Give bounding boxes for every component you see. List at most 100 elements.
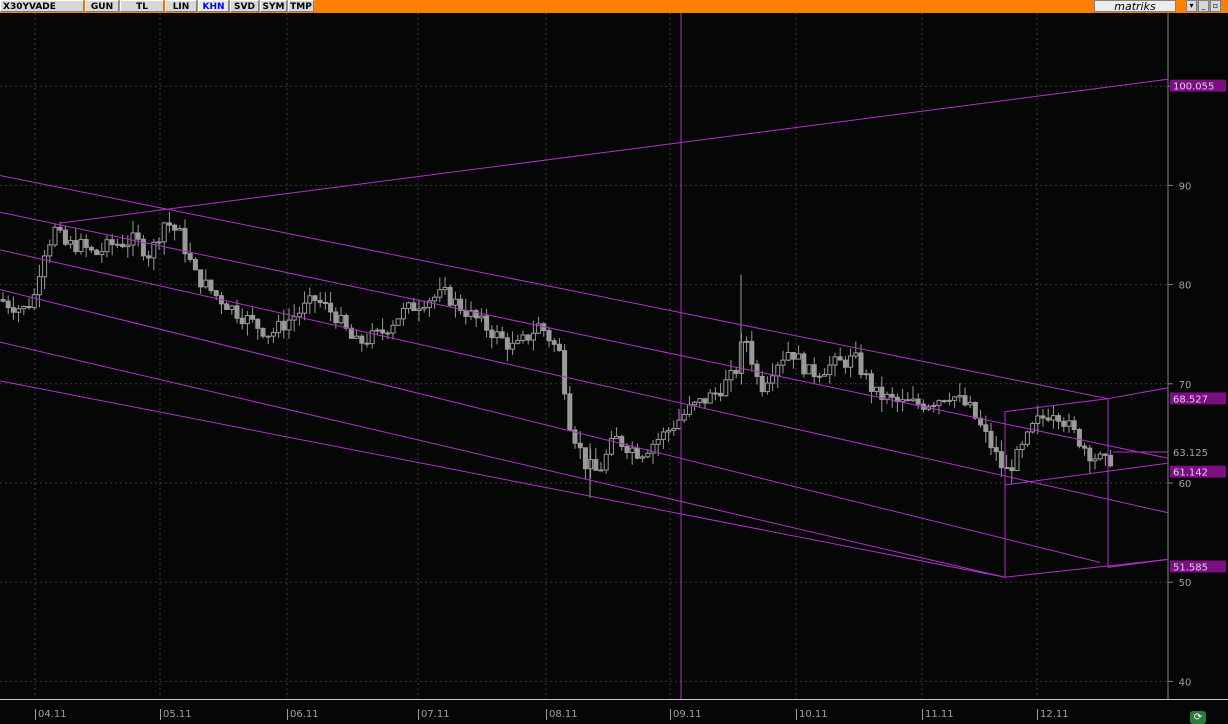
minimize-icon[interactable]: _ (1198, 0, 1209, 12)
candle-body (73, 240, 79, 253)
x-tick-label: 10.11 (796, 709, 828, 720)
candle-body (400, 308, 406, 320)
candle-body (546, 330, 552, 342)
candle-body (510, 342, 516, 350)
candle-body (1040, 415, 1046, 419)
candle-body (515, 340, 521, 344)
y-tick-label: 60 (1179, 479, 1192, 490)
candle-body (463, 309, 469, 317)
candle-body (946, 399, 952, 402)
candle-body (380, 329, 386, 334)
tl-button[interactable]: TL (120, 0, 164, 12)
candle-body (224, 303, 230, 310)
candle-body (1050, 415, 1056, 421)
candle-body (499, 331, 505, 339)
dropdown-icon[interactable]: ▾ (1186, 0, 1197, 12)
candle-body (915, 398, 921, 405)
candle-body (374, 329, 380, 332)
candle-body (1097, 453, 1103, 460)
candle-body (395, 318, 401, 326)
sym-button[interactable]: SYM (260, 0, 287, 12)
candle-body (988, 430, 994, 449)
candle-body (437, 289, 443, 298)
candle-body (1035, 415, 1041, 424)
candle-body (848, 355, 854, 368)
tmp-button[interactable]: TMP (288, 0, 314, 12)
candle-body (130, 232, 136, 246)
candle-body (1009, 467, 1015, 472)
candle-body (785, 352, 791, 361)
candle-body (780, 359, 786, 366)
x-tick-label: 07.11 (418, 709, 450, 720)
candle-body (660, 431, 666, 440)
gun-button[interactable]: GUN (85, 0, 119, 12)
candle-body (343, 315, 349, 329)
candle-body (234, 305, 240, 319)
restore-icon[interactable]: ▫ (1210, 0, 1221, 12)
candle-body (676, 419, 682, 430)
khn-button[interactable]: KHN (198, 0, 229, 12)
candle-body (416, 308, 422, 312)
candle-body (504, 337, 510, 350)
channel-line (0, 249, 1169, 514)
candle-body (244, 314, 250, 325)
candle-body (858, 352, 864, 376)
candle-body (889, 393, 895, 398)
x-tick-label: 11.11 (922, 709, 954, 720)
candle-body (520, 334, 526, 342)
candle-body (775, 364, 781, 377)
candle-body (796, 353, 802, 360)
candle-body (816, 375, 822, 378)
candle-body (931, 404, 937, 407)
candle-body (1056, 415, 1062, 422)
y-tick-label: 40 (1179, 677, 1192, 688)
refresh-icon[interactable]: ⟳ (1190, 711, 1206, 724)
candle-body (156, 241, 162, 244)
candle-body (1087, 447, 1093, 462)
svd-button[interactable]: SVD (230, 0, 259, 12)
candle-body (187, 253, 193, 260)
candle-body (801, 353, 807, 375)
candle-body (640, 456, 646, 459)
candle-body (494, 331, 500, 339)
candle-body (900, 399, 906, 403)
candle-body (161, 222, 167, 243)
candle-body (307, 295, 313, 304)
candle-body (166, 222, 172, 226)
candle-body (629, 447, 635, 454)
symbol-field[interactable]: X30YVADE (0, 0, 84, 12)
candle-body (10, 307, 16, 313)
lin-button[interactable]: LIN (165, 0, 197, 12)
candlestick-chart[interactable]: 405060708090100100.05568.52763.12561.142… (0, 13, 1228, 699)
candle-body (1030, 422, 1036, 433)
candle-body (172, 224, 178, 231)
candle-body (255, 318, 261, 329)
candle-body (328, 302, 334, 313)
candle-body (1014, 449, 1020, 472)
x-tick-label: 04.11 (35, 709, 67, 720)
toolbar: X30YVADE GUN TL LIN KHN SVD SYM TMP matr… (0, 0, 1228, 13)
x-tick-label: 08.11 (546, 709, 578, 720)
candle-body (837, 356, 843, 361)
candle-body (452, 298, 458, 306)
candle-body (972, 401, 978, 419)
candle-body (749, 340, 755, 365)
candle-body (754, 363, 760, 377)
candle-body (567, 393, 573, 431)
candle-body (489, 329, 495, 339)
candle-body (1019, 443, 1025, 451)
candle-body (276, 320, 282, 334)
candle-body (359, 335, 365, 344)
candle-body (593, 459, 599, 471)
candle-body (645, 452, 651, 458)
candle-body (832, 356, 838, 366)
candle-body (411, 302, 417, 312)
candle-body (333, 311, 339, 324)
candle-body (94, 249, 100, 256)
price-tag-label: 51.585 (1173, 562, 1208, 573)
candle-body (270, 332, 276, 337)
candle-body (952, 396, 958, 401)
x-tick-label: 05.11 (160, 709, 192, 720)
candle-body (432, 296, 438, 302)
candle-body (962, 395, 968, 406)
